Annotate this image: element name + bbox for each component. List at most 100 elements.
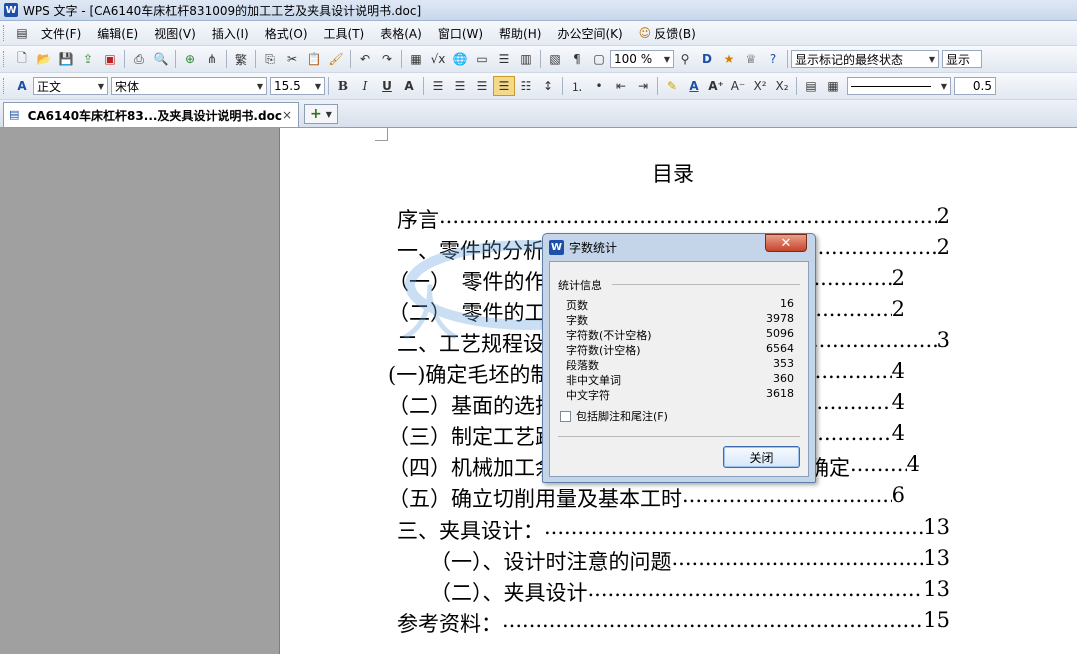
toc-entry[interactable]: 三、夹具设计：.................................… (397, 515, 950, 545)
copy-icon[interactable]: ⎘ (259, 49, 281, 69)
menu-view[interactable]: 视图(V) (146, 23, 204, 44)
menu-format[interactable]: 格式(O) (257, 23, 316, 44)
textbox-icon[interactable]: ▭ (471, 49, 493, 69)
decrease-indent-icon[interactable]: ⇤ (610, 76, 632, 96)
print-preview-icon[interactable]: 🔍 (150, 49, 172, 69)
grow-font-icon[interactable]: A⁺ (705, 76, 727, 96)
bold-icon[interactable]: B (332, 76, 354, 96)
toc-entry[interactable]: （一）、设计时注意的问题............................… (430, 546, 950, 576)
document-menu-icon[interactable]: ▤ (11, 23, 33, 43)
shrink-font-icon[interactable]: A⁻ (727, 76, 749, 96)
template-icon[interactable]: ♕ (740, 49, 762, 69)
superscript-icon[interactable]: X² (749, 76, 771, 96)
show-select[interactable]: 显示 (942, 50, 982, 68)
save-as-icon[interactable]: ⇪ (77, 49, 99, 69)
align-center-icon[interactable]: ☰ (449, 76, 471, 96)
new-document-icon[interactable]: 🗋 (11, 49, 33, 69)
shading-icon[interactable]: ▦ (822, 76, 844, 96)
office-space-icon[interactable]: ★ (718, 49, 740, 69)
menu-insert[interactable]: 插入(I) (204, 23, 257, 44)
numbered-list-icon[interactable]: ⒈ (566, 76, 588, 96)
page-corner-mark (375, 128, 388, 141)
style-select[interactable]: 正文 ▼ (33, 77, 108, 95)
toc-entry-label: 三、夹具设计： (397, 519, 544, 543)
close-tab-icon[interactable]: × (282, 108, 292, 122)
menu-table[interactable]: 表格(A) (372, 23, 430, 44)
line-width-select[interactable]: 0.5 (954, 77, 996, 95)
toc-entry-page: 2 (891, 297, 905, 321)
borders-icon[interactable]: ▤ (800, 76, 822, 96)
increase-indent-icon[interactable]: ⇥ (632, 76, 654, 96)
zoom-select[interactable]: 100 % ▼ (610, 50, 674, 68)
binoculars-icon[interactable]: ⚲ (674, 49, 696, 69)
chevron-down-icon: ▼ (325, 109, 332, 119)
distributed-icon[interactable]: ☷ (515, 76, 537, 96)
line-style-select[interactable]: ▼ (847, 77, 951, 95)
show-marks-icon[interactable]: ¶ (566, 49, 588, 69)
redo-icon[interactable]: ↷ (376, 49, 398, 69)
traditional-chinese-icon[interactable]: 繁 (230, 49, 252, 69)
toc-entry[interactable]: 序言......................................… (397, 204, 950, 234)
toc-entry[interactable]: 参考资料：...................................… (397, 608, 950, 638)
cut-icon[interactable]: ✂ (281, 49, 303, 69)
underline-icon[interactable]: U (376, 76, 398, 96)
document-map-icon[interactable]: ▧ (544, 49, 566, 69)
columns-icon[interactable]: ☰ (493, 49, 515, 69)
insert-icon[interactable]: ⊕ (179, 49, 201, 69)
zoom-fit-icon[interactable]: ▢ (588, 49, 610, 69)
stat-label: 字符数(不计空格) (566, 329, 652, 342)
italic-icon[interactable]: I (354, 76, 376, 96)
track-changes-select[interactable]: 显示标记的最终状态 ▼ (791, 50, 939, 68)
justify-icon[interactable]: ☰ (493, 76, 515, 96)
section-break-icon[interactable]: ⋔ (201, 49, 223, 69)
new-tab-button[interactable]: + ▼ (304, 104, 338, 124)
menu-feedback[interactable]: ☺ 反馈(B) (631, 23, 704, 44)
stat-value: 353 (773, 357, 794, 370)
menu-file[interactable]: 文件(F) (33, 23, 89, 44)
help-icon[interactable]: ? (762, 49, 784, 69)
toc-entry-label: （一） 零件的作用 (388, 270, 567, 294)
font-select[interactable]: 宋体 ▼ (111, 77, 267, 95)
format-painter-icon[interactable]: 🖌 (325, 49, 347, 69)
undo-icon[interactable]: ↶ (354, 49, 376, 69)
subscript-icon[interactable]: X₂ (771, 76, 793, 96)
highlight-icon[interactable]: ✎ (661, 76, 683, 96)
picture-icon[interactable]: 🌐 (449, 49, 471, 69)
align-right-icon[interactable]: ☰ (471, 76, 493, 96)
font-size-select[interactable]: 15.5 ▼ (270, 77, 325, 95)
document-icon: ▤ (9, 108, 20, 121)
dialog-close-button[interactable]: ✕ (765, 234, 807, 252)
export-pdf-icon[interactable]: ▣ (99, 49, 121, 69)
wps-app-icon: W (4, 3, 18, 17)
menu-window[interactable]: 窗口(W) (430, 23, 491, 44)
font-size-value: 15.5 (274, 79, 301, 93)
print-icon[interactable]: ⎙ (128, 49, 150, 69)
chevron-down-icon: ▼ (928, 54, 935, 64)
menu-help[interactable]: 帮助(H) (491, 23, 549, 44)
toc-entry[interactable]: （五）确立切削用量及基本工时..........................… (388, 483, 905, 513)
bullet-list-icon[interactable]: • (588, 76, 610, 96)
toc-entry-label: （一）、设计时注意的问题 (430, 550, 672, 574)
open-folder-icon[interactable]: 📂 (33, 49, 55, 69)
font-color-icon[interactable]: A (683, 76, 705, 96)
zoom-value: 100 % (614, 52, 653, 66)
paste-icon[interactable]: 📋 (303, 49, 325, 69)
toc-entry[interactable]: （二）、夹具设计................................… (430, 577, 950, 607)
font-effects-icon[interactable]: A (398, 76, 420, 96)
close-button[interactable]: 关闭 (723, 446, 800, 468)
toc-leader-dots: ........................................… (671, 546, 924, 570)
checkbox-box[interactable] (560, 410, 571, 422)
style-icon[interactable]: A (11, 76, 33, 96)
align-left-icon[interactable]: ☰ (427, 76, 449, 96)
wps-d-icon[interactable]: D (696, 49, 718, 69)
insert-table-icon[interactable]: ▦ (405, 49, 427, 69)
chart-icon[interactable]: ▥ (515, 49, 537, 69)
line-spacing-icon[interactable]: ↕ (537, 76, 559, 96)
menu-office-space[interactable]: 办公空间(K) (549, 23, 630, 44)
document-tab[interactable]: ▤ CA6140车床杠杆83...及夹具设计说明书.doc × (3, 102, 299, 127)
formula-icon[interactable]: √x (427, 49, 449, 69)
save-icon[interactable]: 💾 (55, 49, 77, 69)
include-footnotes-checkbox[interactable]: 包括脚注和尾注(F) (560, 408, 668, 424)
menu-edit[interactable]: 编辑(E) (89, 23, 146, 44)
menu-tools[interactable]: 工具(T) (316, 23, 373, 44)
